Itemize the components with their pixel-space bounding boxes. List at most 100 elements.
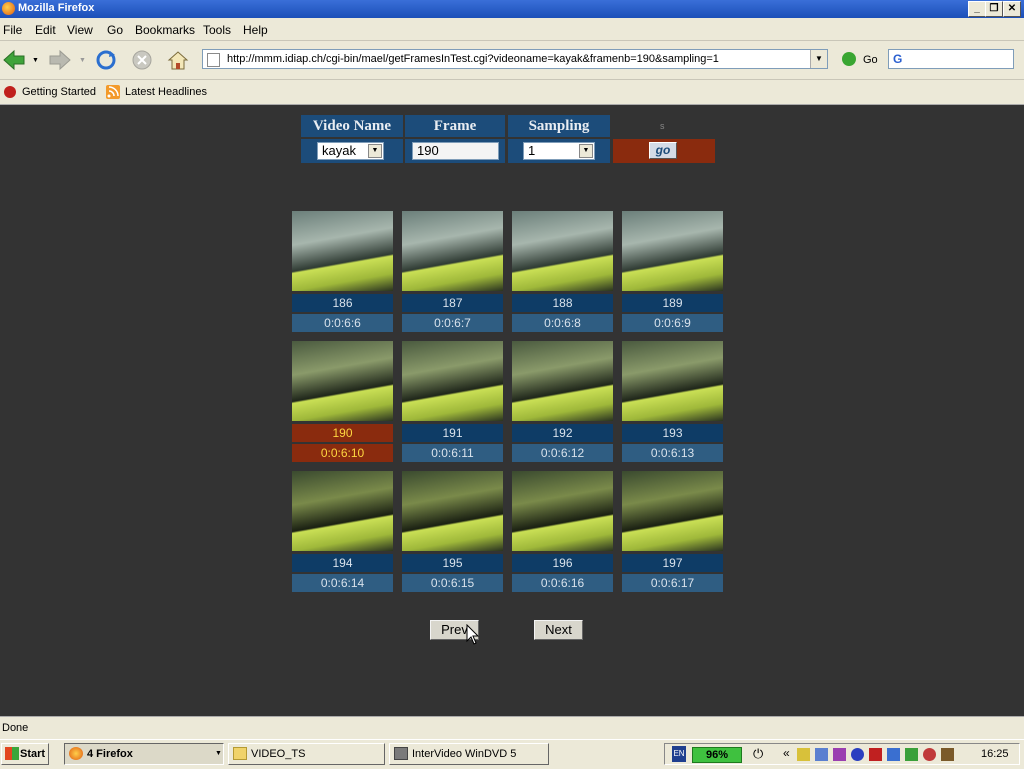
frame-number-label[interactable]: 188 — [512, 294, 613, 312]
frame-thumbnail[interactable] — [622, 211, 723, 291]
folder-icon — [233, 747, 247, 760]
clock: 16:25 — [981, 748, 1009, 760]
sampling-value: 1 — [528, 143, 536, 158]
frame-timestamp-label: 0:0:6:11 — [402, 444, 503, 462]
chevron-down-icon[interactable]: ▼ — [579, 144, 593, 158]
home-icon[interactable] — [166, 49, 190, 71]
frame-number-label[interactable]: 193 — [622, 424, 723, 442]
reload-icon[interactable] — [94, 49, 118, 71]
frame-number-label[interactable]: 189 — [622, 294, 723, 312]
menu-tools[interactable]: Tools — [203, 23, 231, 37]
sampling-select[interactable]: 1 ▼ — [523, 142, 595, 160]
bookmark-getting-started[interactable]: Getting Started — [22, 86, 96, 98]
frame-number-label[interactable]: 186 — [292, 294, 393, 312]
google-icon[interactable]: G — [893, 52, 902, 66]
tray-icon-5[interactable] — [869, 748, 882, 761]
tray-icon-4[interactable] — [851, 748, 864, 761]
url-bar[interactable]: http://mmm.idiap.ch/cgi-bin/mael/getFram… — [202, 49, 828, 69]
frame-thumbnail[interactable] — [292, 341, 393, 421]
go-cell: go — [613, 139, 715, 163]
frame-number-label[interactable]: 195 — [402, 554, 503, 572]
sampling-header: Sampling — [508, 115, 610, 137]
frame-number-label[interactable]: 194 — [292, 554, 393, 572]
tiny-mark: s — [660, 121, 665, 131]
search-box[interactable]: G — [888, 49, 1014, 69]
next-button[interactable]: Next — [534, 620, 583, 640]
power-plug-icon[interactable]: ⏻ — [753, 746, 763, 762]
frame-timestamp-label: 0:0:6:8 — [512, 314, 613, 332]
status-bar: Done — [0, 716, 1024, 739]
minimize-button[interactable]: _ — [968, 1, 986, 17]
bookmark-latest-headlines[interactable]: Latest Headlines — [125, 86, 207, 98]
frame-number-label[interactable]: 191 — [402, 424, 503, 442]
frame-thumbnail[interactable] — [292, 211, 393, 291]
title-bar: Mozilla Firefox _ ❐ ✕ — [0, 0, 1024, 18]
go-arrow-icon[interactable] — [842, 52, 856, 66]
forward-icon[interactable] — [48, 49, 72, 71]
frame-thumbnail[interactable] — [402, 211, 503, 291]
task-windvd-label: InterVideo WinDVD 5 — [412, 748, 517, 760]
stop-icon[interactable] — [130, 49, 154, 71]
url-text: http://mmm.idiap.ch/cgi-bin/mael/getFram… — [227, 53, 719, 65]
frame-cell: 190 — [405, 139, 505, 163]
shield-icon[interactable] — [887, 748, 900, 761]
menu-help[interactable]: Help — [243, 23, 268, 37]
menu-edit[interactable]: Edit — [35, 23, 56, 37]
firefox-icon — [2, 2, 15, 15]
start-button[interactable]: Start — [1, 743, 49, 765]
go-label[interactable]: Go — [863, 54, 878, 66]
task-windvd[interactable]: InterVideo WinDVD 5 — [389, 743, 549, 765]
frame-number-label[interactable]: 197 — [622, 554, 723, 572]
frame-timestamp-label: 0:0:6:14 — [292, 574, 393, 592]
tray-icon-9[interactable] — [941, 748, 954, 761]
rss-icon — [106, 85, 120, 99]
tray-icon-7[interactable] — [905, 748, 918, 761]
battery-indicator[interactable]: 96% — [692, 747, 742, 763]
url-dropdown-icon[interactable]: ▼ — [810, 50, 827, 68]
menu-file[interactable]: File — [3, 23, 22, 37]
go-button[interactable]: go — [649, 142, 677, 159]
task-firefox-label: 4 Firefox — [87, 748, 133, 760]
sampling-cell: 1 ▼ — [508, 139, 610, 163]
mouse-cursor-icon — [466, 624, 480, 645]
firefox-icon — [69, 747, 83, 760]
frame-thumbnail[interactable] — [512, 211, 613, 291]
frame-number-label[interactable]: 187 — [402, 294, 503, 312]
frame-thumbnail[interactable] — [622, 341, 723, 421]
task-video-ts[interactable]: VIDEO_TS — [228, 743, 385, 765]
forward-dropdown-icon[interactable]: ▼ — [79, 57, 86, 64]
frame-thumbnail[interactable] — [402, 341, 503, 421]
navigation-toolbar: ▼ ▼ http://mmm.idiap.ch/cgi-bin/mael/get… — [0, 41, 1024, 80]
frame-thumbnail[interactable] — [622, 471, 723, 551]
close-button[interactable]: ✕ — [1003, 1, 1021, 17]
window-title: Mozilla Firefox — [18, 2, 95, 14]
frame-thumbnail[interactable] — [292, 471, 393, 551]
tray-icon-1[interactable] — [797, 748, 810, 761]
frame-timestamp-label: 0:0:6:7 — [402, 314, 503, 332]
menu-view[interactable]: View — [67, 23, 93, 37]
chevron-left-icon[interactable]: « — [783, 746, 790, 760]
frame-timestamp-label: 0:0:6:6 — [292, 314, 393, 332]
back-icon[interactable] — [2, 49, 26, 71]
tray-icon-2[interactable] — [815, 748, 828, 761]
frame-thumbnail[interactable] — [512, 341, 613, 421]
frame-timestamp-label: 0:0:6:15 — [402, 574, 503, 592]
frame-input[interactable]: 190 — [412, 142, 499, 160]
maximize-button[interactable]: ❐ — [985, 1, 1003, 17]
frame-thumbnail[interactable] — [512, 471, 613, 551]
frame-number-label[interactable]: 190 — [292, 424, 393, 442]
frame-number-label[interactable]: 196 — [512, 554, 613, 572]
tray-icon-3[interactable] — [833, 748, 846, 761]
task-video-ts-label: VIDEO_TS — [251, 748, 306, 760]
task-firefox[interactable]: 4 Firefox ▼ — [64, 743, 224, 765]
tray-icon-8[interactable] — [923, 748, 936, 761]
chevron-down-icon[interactable]: ▼ — [368, 144, 382, 158]
frame-timestamp-label: 0:0:6:16 — [512, 574, 613, 592]
menu-bookmarks[interactable]: Bookmarks — [135, 23, 195, 37]
back-dropdown-icon[interactable]: ▼ — [32, 57, 39, 64]
menu-go[interactable]: Go — [107, 23, 123, 37]
frame-thumbnail[interactable] — [402, 471, 503, 551]
frame-number-label[interactable]: 192 — [512, 424, 613, 442]
video-name-select[interactable]: kayak ▼ — [317, 142, 384, 160]
windvd-icon — [394, 747, 408, 760]
